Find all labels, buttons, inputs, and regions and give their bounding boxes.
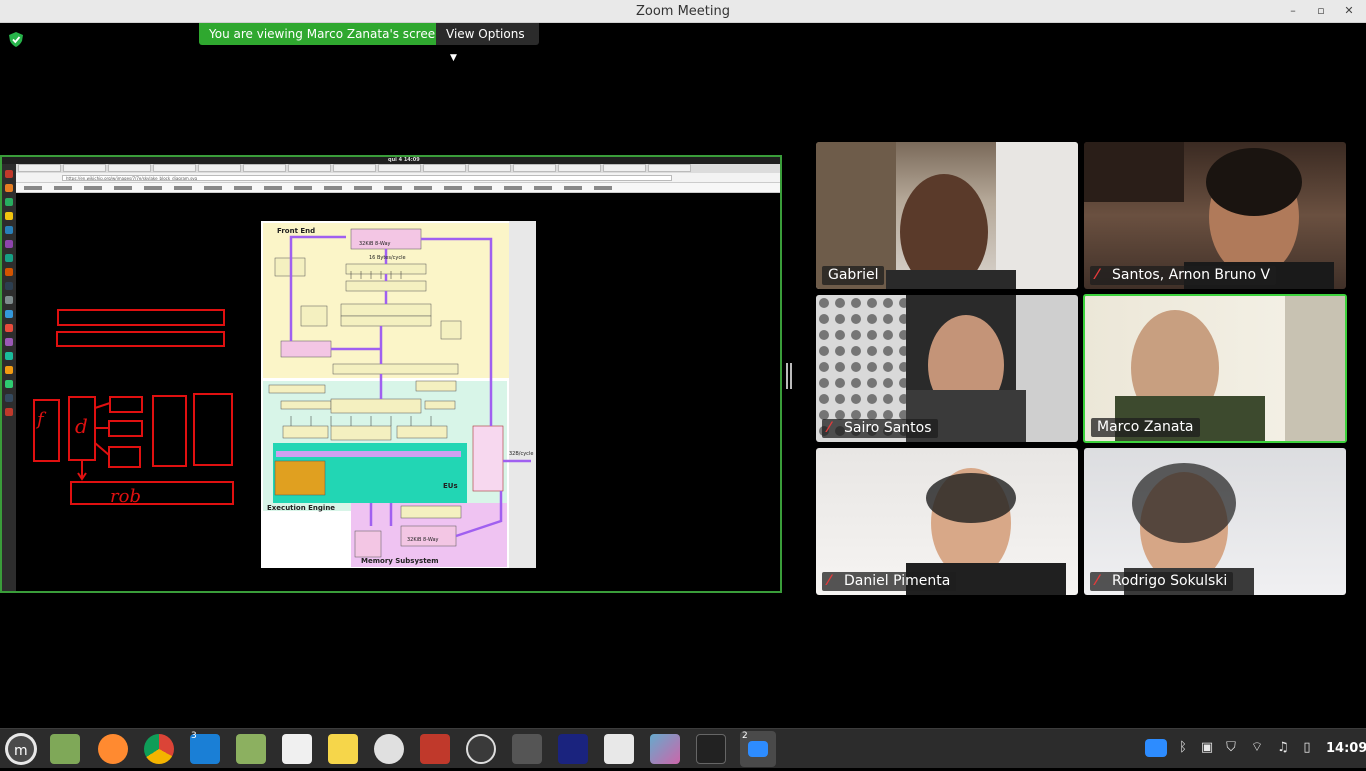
music-icon[interactable]: ♫ (1274, 739, 1292, 757)
diagram-front-end-label: Front End (277, 227, 315, 235)
chevron-down-icon: ▼ (450, 53, 457, 63)
video-editor-icon[interactable] (512, 734, 542, 764)
folder-icon[interactable] (236, 734, 266, 764)
shield-tray-icon[interactable]: ⛉ (1222, 739, 1240, 757)
diagram-execution-engine-label: Execution Engine (267, 504, 335, 512)
reader-icon[interactable] (420, 734, 450, 764)
annotation-drawing: f d rob (33, 309, 234, 507)
calendar-icon[interactable] (374, 734, 404, 764)
zoom-badge: 2 (742, 731, 748, 741)
participant-tile[interactable]: Gabriel (816, 142, 1078, 289)
participant-tile[interactable]: ⁄ Sairo Santos (816, 295, 1078, 442)
participant-name-label: ⁄ Sairo Santos (822, 419, 938, 438)
drawing-icon[interactable] (650, 734, 680, 764)
block-diagram-image: Front End Execution Engine Memory Subsys… (261, 221, 536, 568)
inkscape-icon[interactable] (604, 734, 634, 764)
participant-tile[interactable]: ⁄ Rodrigo Sokulski (1084, 448, 1346, 595)
diagram-l1i-label: 32KiB 8-Way (359, 241, 391, 247)
participant-tile-active-speaker[interactable]: Marco Zanata (1083, 294, 1347, 443)
clipboard-icon[interactable]: ▣ (1198, 739, 1216, 757)
muted-mic-icon: ⁄ (1096, 573, 1099, 589)
participant-name-label: ⁄ Daniel Pimenta (822, 572, 957, 591)
vscode-badge: 3 (191, 731, 197, 741)
meeting-area: You are viewing Marco Zanata's screen Vi… (0, 23, 1366, 728)
zoom-tray-icon[interactable] (1145, 739, 1167, 757)
view-options-label: View Options (446, 27, 525, 41)
diagram-eus-label: EUs (443, 482, 458, 490)
close-button[interactable]: ✕ (1340, 3, 1358, 19)
annotation-f: f (35, 409, 47, 430)
taskbar: m 3 2 ᛒ ▣ ⛉ ⌔ ♫ ▯ 14:09 (0, 728, 1366, 768)
restore-button[interactable]: ▫ (1312, 3, 1330, 19)
xournal-icon[interactable] (282, 734, 312, 764)
participant-name-label: Gabriel (822, 266, 885, 285)
participant-name-label: ⁄ Santos, Arnon Bruno V (1090, 266, 1277, 285)
muted-mic-icon: ⁄ (828, 420, 831, 436)
muted-mic-icon: ⁄ (828, 573, 831, 589)
diagram-bandwidth2-label: 32B/cycle (509, 451, 533, 457)
obs-icon[interactable] (466, 734, 496, 764)
files-icon[interactable] (50, 734, 80, 764)
taskbar-clock[interactable]: 14:09 (1326, 741, 1366, 756)
diagram-l1d-label: 32KiB 8-Way (407, 537, 439, 543)
window-titlebar: Zoom Meeting – ▫ ✕ (0, 0, 1366, 23)
bluetooth-icon[interactable]: ᛒ (1174, 739, 1192, 757)
notes-icon[interactable] (328, 734, 358, 764)
shared-clock: qui 4 14:09 (388, 157, 420, 163)
terminal-icon[interactable] (696, 734, 726, 764)
audacity-icon[interactable] (558, 734, 588, 764)
minimize-button[interactable]: – (1284, 3, 1302, 19)
participant-name-label: ⁄ Rodrigo Sokulski (1090, 572, 1234, 591)
participant-name-label: Marco Zanata (1091, 418, 1200, 437)
muted-mic-icon: ⁄ (1096, 267, 1099, 283)
diagram-memory-subsystem-label: Memory Subsystem (361, 557, 439, 565)
annotation-d: d (75, 414, 88, 438)
battery-icon[interactable]: ▯ (1298, 739, 1316, 757)
participant-tile[interactable]: ⁄ Daniel Pimenta (816, 448, 1078, 595)
resize-handle[interactable] (786, 363, 792, 389)
annotation-rob: rob (110, 486, 141, 507)
firefox-icon[interactable] (98, 734, 128, 764)
wifi-icon[interactable]: ⌔ (1248, 739, 1266, 757)
chrome-icon[interactable] (144, 734, 174, 764)
svg-text:m: m (14, 743, 28, 759)
participant-tile[interactable]: ⁄ Santos, Arnon Bruno V (1084, 142, 1346, 289)
mint-menu-icon[interactable]: m (5, 733, 37, 765)
diagram-bandwidth-label: 16 Bytes/cycle (369, 255, 406, 261)
view-options-button[interactable]: View Options ▼ (436, 23, 539, 63)
window-title: Zoom Meeting (635, 4, 731, 19)
